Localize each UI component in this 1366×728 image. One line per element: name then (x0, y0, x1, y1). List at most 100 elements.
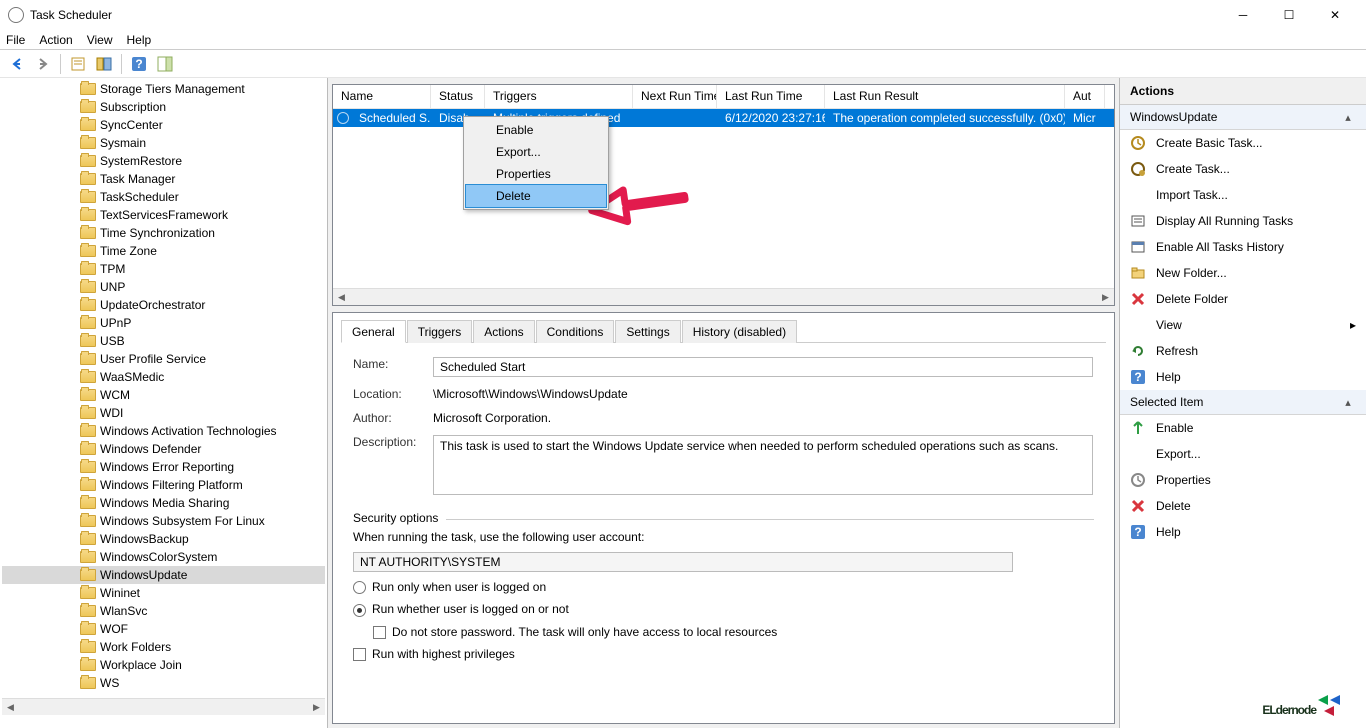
description-textarea[interactable]: This task is used to start the Windows U… (433, 435, 1093, 495)
action-item[interactable]: New Folder... (1120, 260, 1366, 286)
toolbar-display-button[interactable] (93, 53, 115, 75)
tree-item[interactable]: Work Folders (2, 638, 325, 656)
column-header[interactable]: Last Run Result (825, 85, 1065, 108)
tree-item[interactable]: WindowsUpdate (2, 566, 325, 584)
action-item[interactable]: Display All Running Tasks (1120, 208, 1366, 234)
actions-section-windowsupdate[interactable]: WindowsUpdate ▴ (1120, 105, 1366, 130)
no-store-password-checkbox[interactable] (373, 626, 386, 639)
column-header[interactable]: Status (431, 85, 485, 108)
tree-item[interactable]: Sysmain (2, 134, 325, 152)
tree-item[interactable]: WlanSvc (2, 602, 325, 620)
toolbar-forward-button[interactable] (32, 53, 54, 75)
window-close-button[interactable]: ✕ (1312, 0, 1358, 30)
tree-item[interactable]: UPnP (2, 314, 325, 332)
scroll-right-arrow[interactable]: ▶ (308, 699, 325, 716)
tree-item[interactable]: WOF (2, 620, 325, 638)
column-header[interactable]: Triggers (485, 85, 633, 108)
tab[interactable]: General (341, 320, 406, 343)
tree-item[interactable]: User Profile Service (2, 350, 325, 368)
task-list-header[interactable]: NameStatusTriggersNext Run TimeLast Run … (333, 85, 1114, 109)
collapse-icon[interactable]: ▴ (1340, 109, 1356, 125)
menu-file[interactable]: File (6, 33, 25, 47)
tree-item[interactable]: Time Synchronization (2, 224, 325, 242)
menu-action[interactable]: Action (39, 33, 72, 47)
highest-privileges-checkbox[interactable] (353, 648, 366, 661)
action-item[interactable]: Create Task... (1120, 156, 1366, 182)
ctx-enable[interactable]: Enable (466, 119, 606, 141)
toolbar-properties-button[interactable] (67, 53, 89, 75)
run-logged-on-radio[interactable] (353, 581, 366, 594)
action-item[interactable]: Delete Folder (1120, 286, 1366, 312)
action-item[interactable]: Refresh (1120, 338, 1366, 364)
tree-item[interactable]: WS (2, 674, 325, 692)
action-item[interactable]: Import Task... (1120, 182, 1366, 208)
task-list-body[interactable]: Scheduled S...Disab...Multiple triggers … (333, 109, 1114, 288)
tree-item[interactable]: Windows Activation Technologies (2, 422, 325, 440)
scroll-left-arrow[interactable]: ◀ (2, 699, 19, 716)
window-minimize-button[interactable]: ─ (1220, 0, 1266, 30)
action-item[interactable]: Delete (1120, 493, 1366, 519)
action-item[interactable]: ?Help (1120, 364, 1366, 390)
tree-item[interactable]: WCM (2, 386, 325, 404)
tree-item[interactable]: WindowsColorSystem (2, 548, 325, 566)
action-item[interactable]: Enable All Tasks History (1120, 234, 1366, 260)
ctx-properties[interactable]: Properties (466, 163, 606, 185)
tree-item-label: Wininet (100, 586, 140, 600)
tree-item[interactable]: WindowsBackup (2, 530, 325, 548)
tree-item[interactable]: TaskScheduler (2, 188, 325, 206)
menu-view[interactable]: View (87, 33, 113, 47)
action-item[interactable]: Properties (1120, 467, 1366, 493)
tree-item[interactable]: Windows Filtering Platform (2, 476, 325, 494)
action-item[interactable]: ?Help (1120, 519, 1366, 545)
action-item[interactable]: View▸ (1120, 312, 1366, 338)
tree-item[interactable]: SystemRestore (2, 152, 325, 170)
tab[interactable]: Triggers (407, 320, 473, 343)
task-row[interactable]: Scheduled S...Disab...Multiple triggers … (333, 109, 1114, 127)
scroll-right-arrow[interactable]: ▶ (1097, 289, 1114, 306)
horizontal-scrollbar[interactable]: ◀ ▶ (333, 288, 1114, 305)
tab[interactable]: Conditions (536, 320, 615, 343)
tree-item[interactable]: Time Zone (2, 242, 325, 260)
tab[interactable]: Settings (615, 320, 680, 343)
run-whether-radio[interactable] (353, 604, 366, 617)
tree-item[interactable]: Windows Error Reporting (2, 458, 325, 476)
tree-item[interactable]: WaaSMedic (2, 368, 325, 386)
tree-item[interactable]: Windows Media Sharing (2, 494, 325, 512)
tree-item[interactable]: Subscription (2, 98, 325, 116)
menu-help[interactable]: Help (127, 33, 152, 47)
tree-item[interactable]: WDI (2, 404, 325, 422)
tree-item[interactable]: Workplace Join (2, 656, 325, 674)
tree-item[interactable]: TextServicesFramework (2, 206, 325, 224)
name-input[interactable]: Scheduled Start (433, 357, 1093, 377)
column-header[interactable]: Name (333, 85, 431, 108)
window-maximize-button[interactable]: ☐ (1266, 0, 1312, 30)
action-item[interactable]: Export... (1120, 441, 1366, 467)
toolbar-back-button[interactable] (6, 53, 28, 75)
collapse-icon[interactable]: ▴ (1340, 394, 1356, 410)
column-header[interactable]: Aut (1065, 85, 1105, 108)
action-item[interactable]: Create Basic Task... (1120, 130, 1366, 156)
folder-tree[interactable]: Storage Tiers ManagementSubscriptionSync… (2, 80, 325, 698)
tree-item[interactable]: Windows Defender (2, 440, 325, 458)
tree-item[interactable]: USB (2, 332, 325, 350)
tree-item[interactable]: UNP (2, 278, 325, 296)
toolbar-action-button[interactable] (154, 53, 176, 75)
horizontal-scrollbar[interactable]: ◀ ▶ (2, 698, 325, 715)
action-item[interactable]: Enable (1120, 415, 1366, 441)
tree-item[interactable]: UpdateOrchestrator (2, 296, 325, 314)
tree-item[interactable]: Task Manager (2, 170, 325, 188)
tree-item[interactable]: Windows Subsystem For Linux (2, 512, 325, 530)
tree-item[interactable]: TPM (2, 260, 325, 278)
tree-item[interactable]: SyncCenter (2, 116, 325, 134)
tree-item[interactable]: Storage Tiers Management (2, 80, 325, 98)
column-header[interactable]: Next Run Time (633, 85, 717, 108)
toolbar-help-button[interactable]: ? (128, 53, 150, 75)
tab[interactable]: History (disabled) (682, 320, 797, 343)
ctx-export[interactable]: Export... (466, 141, 606, 163)
ctx-delete[interactable]: Delete (466, 185, 606, 207)
scroll-left-arrow[interactable]: ◀ (333, 289, 350, 306)
tab[interactable]: Actions (473, 320, 534, 343)
actions-section-selected-item[interactable]: Selected Item ▴ (1120, 390, 1366, 415)
tree-item[interactable]: Wininet (2, 584, 325, 602)
column-header[interactable]: Last Run Time (717, 85, 825, 108)
